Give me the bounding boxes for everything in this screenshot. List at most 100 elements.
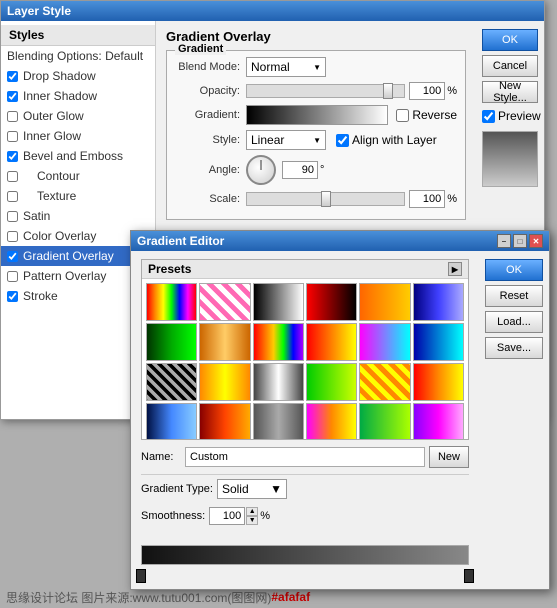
scale-slider-container: % [246,190,457,208]
style-item-label: Stroke [23,289,58,303]
preset-item-17[interactable] [359,363,410,401]
preset-item-1[interactable] [146,283,197,321]
gradient-bar[interactable] [141,545,469,565]
preset-item-15[interactable] [253,363,304,401]
panel-section-title: Gradient Overlay [166,29,466,44]
scale-slider-thumb[interactable] [321,191,331,207]
reverse-checkbox-label[interactable]: Reverse [396,108,457,122]
preset-item-22[interactable] [306,403,357,439]
preset-item-24[interactable] [413,403,464,439]
style-checkbox-bevel-emboss[interactable] [7,151,18,162]
gradient-row: Gradient: Reverse [175,105,457,125]
scale-input[interactable] [409,190,445,208]
new-style-button[interactable]: New Style... [482,81,538,103]
sidebar-item-contour[interactable]: Contour [1,166,155,186]
sidebar-item-texture[interactable]: Texture [1,186,155,206]
smoothness-down-button[interactable]: ▼ [246,516,258,525]
preset-item-20[interactable] [199,403,250,439]
preset-item-21[interactable] [253,403,304,439]
presets-menu-arrow[interactable]: ▶ [448,262,462,276]
angle-input[interactable] [282,161,318,179]
maximize-button[interactable]: □ [513,234,527,248]
name-input[interactable] [185,447,425,467]
blend-mode-dropdown[interactable]: Normal ▼ [246,57,326,77]
sidebar-item-satin[interactable]: Satin [1,206,155,226]
smoothness-unit: % [260,510,270,522]
angle-line [261,160,262,170]
style-checkbox-texture[interactable] [7,191,18,202]
align-layer-checkbox[interactable] [336,134,349,147]
align-layer-label[interactable]: Align with Layer [336,133,437,147]
preset-item-11[interactable] [359,323,410,361]
gradient-type-value: Solid [222,482,249,496]
ge-save-button[interactable]: Save... [485,337,543,359]
opacity-slider-thumb[interactable] [383,83,393,99]
sidebar-item-bevel-emboss[interactable]: Bevel and Emboss [1,146,155,166]
style-checkbox-pattern-overlay[interactable] [7,271,18,282]
preview-checkbox-label[interactable]: Preview [482,109,538,123]
preset-item-7[interactable] [146,323,197,361]
sidebar-item-blending-options[interactable]: Blending Options: Default [1,46,155,66]
ok-button[interactable]: OK [482,29,538,51]
opacity-slider[interactable] [246,84,405,98]
preset-item-18[interactable] [413,363,464,401]
style-checkbox-gradient-overlay[interactable] [7,251,18,262]
ge-reset-button[interactable]: Reset [485,285,543,307]
style-checkbox-outer-glow[interactable] [7,111,18,122]
layer-style-title: Layer Style [7,4,71,18]
style-checkbox-inner-shadow[interactable] [7,91,18,102]
preset-item-5[interactable] [359,283,410,321]
presets-title-bar: Presets ▶ [142,260,468,279]
style-checkbox-stroke[interactable] [7,291,18,302]
gradient-stop-right[interactable] [464,569,474,583]
preset-item-8[interactable] [199,323,250,361]
preset-inner-1 [147,284,196,320]
preset-item-13[interactable] [146,363,197,401]
scale-slider[interactable] [246,192,405,206]
sidebar-item-outer-glow[interactable]: Outer Glow [1,106,155,126]
gradient-stop-left[interactable] [136,569,146,583]
preset-item-4[interactable] [306,283,357,321]
style-dropdown[interactable]: Linear ▼ [246,130,326,150]
preset-item-14[interactable] [199,363,250,401]
gradient-preview[interactable] [246,105,388,125]
close-button[interactable]: ✕ [529,234,543,248]
preset-item-16[interactable] [306,363,357,401]
gradient-label: Gradient: [175,109,240,121]
angle-label: Angle: [175,164,240,176]
style-checkbox-color-overlay[interactable] [7,231,18,242]
name-label: Name: [141,451,181,463]
gradient-type-dropdown[interactable]: Solid ▼ [217,479,287,499]
reverse-checkbox[interactable] [396,109,409,122]
style-checkbox-drop-shadow[interactable] [7,71,18,82]
preset-item-19[interactable] [146,403,197,439]
sidebar-item-inner-glow[interactable]: Inner Glow [1,126,155,146]
style-checkbox-satin[interactable] [7,211,18,222]
sidebar-item-drop-shadow[interactable]: Drop Shadow [1,66,155,86]
ge-load-button[interactable]: Load... [485,311,543,333]
opacity-input[interactable] [409,82,445,100]
scale-unit: % [447,193,457,205]
ge-ok-button[interactable]: OK [485,259,543,281]
preview-checkbox[interactable] [482,110,495,123]
preset-item-2[interactable] [199,283,250,321]
preset-item-3[interactable] [253,283,304,321]
gradient-bar-wrapper [141,531,469,581]
sidebar-item-inner-shadow[interactable]: Inner Shadow [1,86,155,106]
smoothness-input[interactable] [209,507,245,525]
style-item-label: Bevel and Emboss [23,149,123,163]
minimize-button[interactable]: – [497,234,511,248]
presets-grid [142,279,468,439]
new-gradient-button[interactable]: New [429,446,469,468]
preset-item-12[interactable] [413,323,464,361]
presets-label: Presets [148,262,191,276]
style-checkbox-inner-glow[interactable] [7,131,18,142]
smoothness-up-button[interactable]: ▲ [246,507,258,516]
angle-knob[interactable] [246,155,276,185]
preset-item-23[interactable] [359,403,410,439]
preset-item-9[interactable] [253,323,304,361]
cancel-button[interactable]: Cancel [482,55,538,77]
style-checkbox-contour[interactable] [7,171,18,182]
preset-item-10[interactable] [306,323,357,361]
preset-item-6[interactable] [413,283,464,321]
